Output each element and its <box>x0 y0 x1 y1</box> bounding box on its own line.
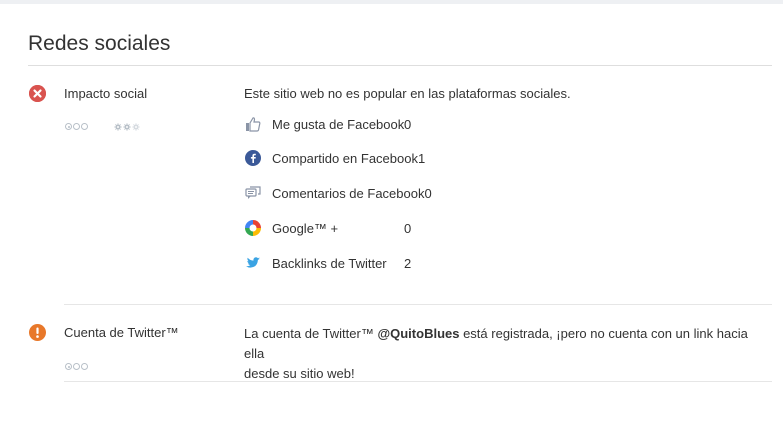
row-label-social-impact: Impacto social <box>64 86 148 101</box>
difficulty-dots <box>65 363 88 370</box>
metric-facebook-likes: Me gusta de Facebook <box>244 114 404 134</box>
metric-value: 0 <box>404 117 412 132</box>
gear-icon <box>123 123 131 131</box>
metric-facebook-shares: Compartido en Facebook 1 <box>244 148 425 168</box>
twitter-account-description: La cuenta de Twitter™ @QuitoBlues está r… <box>244 324 764 384</box>
metric-label: Google™ + <box>272 220 339 236</box>
description-text: La cuenta de Twitter™ <box>244 326 378 341</box>
comments-icon <box>244 185 261 202</box>
facebook-icon <box>244 150 261 167</box>
metric-twitter-backlinks: Backlinks de Twitter <box>244 253 387 273</box>
metric-facebook-comments: Comentarios de Facebook 0 <box>244 183 432 203</box>
row-label-twitter-account: Cuenta de Twitter™ <box>64 325 179 340</box>
metric-label: Me gusta de Facebook <box>272 116 405 132</box>
metric-google-plus: Google™ + <box>244 218 338 238</box>
google-icon <box>244 220 261 237</box>
twitter-icon <box>244 255 261 272</box>
twitter-handle: @QuitoBlues <box>377 326 460 341</box>
top-bar <box>0 0 783 4</box>
importance-gears <box>114 123 140 131</box>
section-title: Redes sociales <box>28 32 171 55</box>
row-divider <box>64 304 772 305</box>
metric-value: 0 <box>424 185 432 201</box>
thumbs-up-icon <box>244 116 261 133</box>
difficulty-dots <box>65 123 88 130</box>
metric-label: Backlinks de Twitter <box>272 255 387 271</box>
gear-icon <box>132 123 140 131</box>
section-divider <box>28 65 772 66</box>
warning-icon <box>29 324 46 341</box>
metric-value: 0 <box>404 221 412 236</box>
gear-icon <box>114 123 122 131</box>
metric-label: Comentarios de Facebook <box>272 185 425 201</box>
social-impact-description: Este sitio web no es popular en las plat… <box>244 86 571 101</box>
metric-value: 1 <box>417 150 426 166</box>
row-divider <box>64 381 772 382</box>
error-icon <box>29 85 46 102</box>
description-text: desde su sitio web! <box>244 366 355 381</box>
metric-value: 2 <box>404 256 412 271</box>
metric-label: Compartido en Facebook <box>272 150 418 166</box>
